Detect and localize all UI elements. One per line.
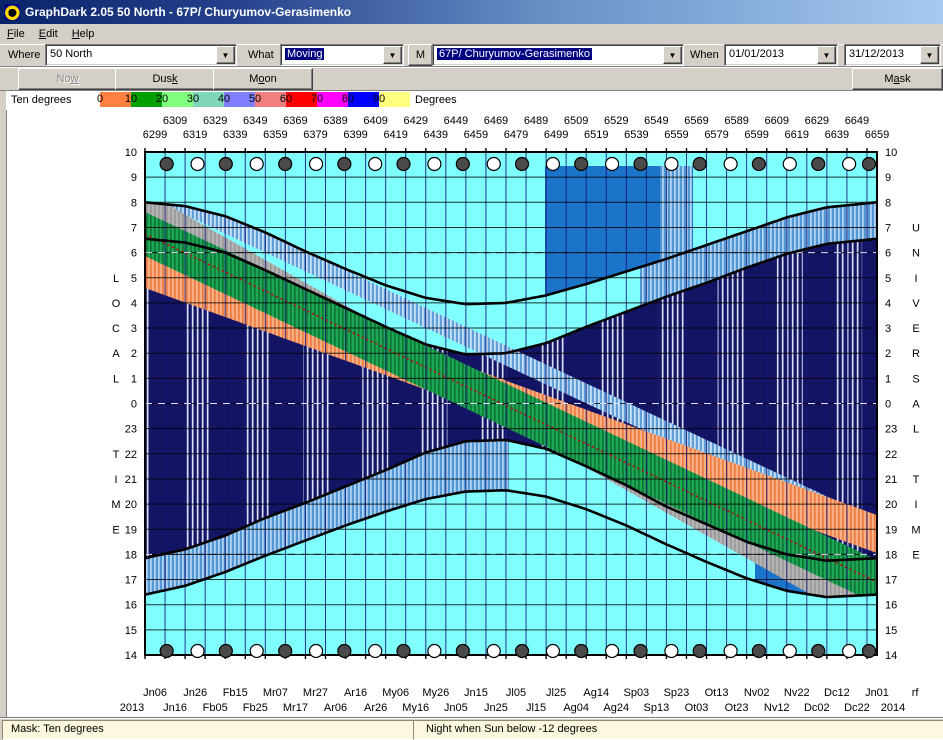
chart-panel — [6, 90, 943, 717]
object-combobox[interactable]: 67P/ Churyumov-Gerasimenko ▼ — [432, 44, 684, 66]
legend-tick: 40 — [217, 93, 231, 105]
altitude-legend: Ten degrees Degrees 0 10 20 30 40 50 60 70 80 90 — [6, 90, 943, 110]
legend-tick: 50 — [248, 93, 262, 105]
status-night-definition: Night when Sun below -12 degrees — [413, 720, 943, 740]
moon-button[interactable]: Mo on — [213, 68, 313, 90]
legend-tick: 10 — [124, 93, 138, 105]
when-label: When — [690, 49, 719, 61]
now-button: No w — [18, 68, 117, 90]
legend-tick: 0 — [96, 93, 104, 105]
what-label: What — [248, 49, 274, 61]
menu-file[interactable]: File — [0, 26, 32, 42]
window-title: GraphDark 2.05 50 North - 67P/ Churyumov… — [25, 5, 352, 19]
menu-edit[interactable]: Edit — [32, 26, 65, 42]
graphdark-window: { "window": {"title": "GraphDark 2.05 50… — [0, 0, 943, 740]
status-bar: Mask: Ten degrees Night when Sun below -… — [0, 717, 943, 740]
app-icon — [4, 4, 20, 20]
dusk-button[interactable]: Dus k — [115, 68, 215, 90]
legend-tick: 90 — [372, 93, 386, 105]
legend-tick: 30 — [186, 93, 200, 105]
menu-bar: File Edit Help — [0, 24, 943, 45]
menu-help[interactable]: Help — [65, 26, 102, 42]
legend-label: Ten degrees — [11, 94, 72, 106]
mask-button[interactable]: Ma sk — [852, 68, 943, 90]
where-label: Where — [8, 49, 41, 61]
legend-tick: 70 — [310, 93, 324, 105]
date-from-combobox[interactable]: 01/01/2013 ▼ — [724, 44, 838, 66]
selection-toolbar: Where 50 North ▼ What Moving ▼ M 67P/ Ch… — [0, 44, 943, 67]
chevron-down-icon[interactable]: ▼ — [817, 46, 836, 64]
legend-tick: 60 — [279, 93, 293, 105]
date-to-combobox[interactable]: 31/12/2013 ▼ — [844, 44, 941, 66]
title-bar[interactable]: GraphDark 2.05 50 North - 67P/ Churyumov… — [0, 0, 943, 24]
chevron-down-icon[interactable]: ▼ — [216, 46, 235, 64]
button-toolbar: No w Dus k Mo on Ma sk — [0, 67, 943, 91]
chevron-down-icon[interactable]: ▼ — [663, 46, 682, 64]
chevron-down-icon[interactable]: ▼ — [383, 46, 402, 64]
what-combobox[interactable]: Moving ▼ — [280, 44, 404, 66]
status-mask: Mask: Ten degrees — [2, 720, 420, 740]
legend-tick: 80 — [341, 93, 355, 105]
legend-tick: 20 — [155, 93, 169, 105]
legend-suffix: Degrees — [415, 94, 457, 106]
chevron-down-icon[interactable]: ▼ — [920, 46, 939, 64]
where-combobox[interactable]: 50 North ▼ — [45, 44, 237, 66]
m-button[interactable]: M — [408, 44, 433, 66]
